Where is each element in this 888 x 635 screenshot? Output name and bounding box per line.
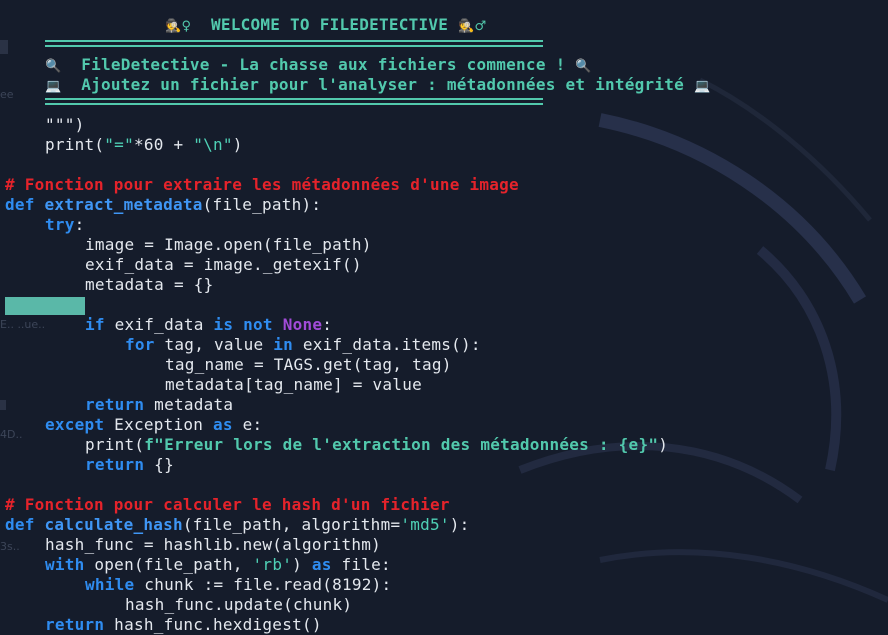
function-name-calculate-hash: calculate_hash [44, 515, 183, 534]
laptop-icon: 💻 [45, 79, 62, 94]
magnifier-icon: 🔍 [45, 59, 62, 74]
code-line-return-metadata: return metadata [85, 395, 234, 414]
banner-bottom-rule-1 [45, 98, 543, 100]
banner-bottom-rule-2 [45, 103, 543, 105]
banner-line-1: 🔍 FileDetective - La chasse aux fichiers… [45, 55, 592, 74]
code-line-metadata-init: metadata = {} [85, 275, 214, 294]
code-line-hash-func: hash_func = hashlib.new(algorithm) [45, 535, 382, 554]
banner-line-2: 💻 Ajoutez un fichier pour l'analyser : m… [45, 75, 711, 94]
code-line-with-open: with open(file_path, 'rb') as file: [45, 555, 391, 574]
female-sign-icon: ♀ [181, 19, 192, 34]
code-line-hash-update: hash_func.update(chunk) [125, 595, 353, 614]
code-line-docstring-end: """) [45, 115, 85, 134]
code-line-if-exif: if exif_data is not None: [85, 315, 333, 334]
code-line-except: except Exception as e: [45, 415, 263, 434]
code-line-while: while chunk := file.read(8192): [85, 575, 392, 594]
detective-icon: 🕵 [458, 19, 475, 34]
banner-title: WELCOME TO FILEDETECTIVE [210, 15, 449, 34]
function-name-extract-metadata: extract_metadata [44, 195, 203, 214]
code-line-print-separator: print("="*60 + "\n") [45, 135, 243, 154]
code-line-return-empty: return {} [85, 455, 174, 474]
code-editor[interactable]: 🕵♀ WELCOME TO FILEDETECTIVE 🕵♂ 🔍 FileDet… [0, 0, 888, 635]
code-line-tag-name: tag_name = TAGS.get(tag, tag) [165, 355, 452, 374]
code-line-for-loop: for tag, value in exif_data.items(): [125, 335, 481, 354]
detective-icon: 🕵 [165, 19, 182, 34]
banner-title-line: 🕵♀ WELCOME TO FILEDETECTIVE 🕵♂ [165, 15, 486, 35]
banner-top-rule-2 [45, 45, 543, 47]
code-comment-metadata: # Fonction pour extraire les métadonnées… [5, 175, 519, 194]
code-line-image-open: image = Image.open(file_path) [85, 235, 372, 254]
magnifier-icon: 🔍 [575, 59, 592, 74]
code-line-print-error: print(f"Erreur lors de l'extraction des … [85, 435, 669, 454]
code-line-def-extract-metadata: def extract_metadata(file_path): [5, 195, 322, 214]
laptop-icon: 💻 [693, 79, 711, 94]
code-line-try: try: [45, 215, 85, 234]
code-line-return-hexdigest: return hash_func.hexdigest() [45, 615, 322, 634]
code-line-metadata-assign: metadata[tag_name] = value [165, 375, 422, 394]
code-line-exif-data: exif_data = image._getexif() [85, 255, 362, 274]
male-sign-icon: ♂ [474, 19, 487, 34]
code-comment-hash: # Fonction pour calculer le hash d'un fi… [5, 495, 450, 514]
code-line-def-calculate-hash: def calculate_hash(file_path, algorithm=… [5, 515, 470, 534]
selection-highlight [5, 297, 85, 315]
banner-top-rule-1 [45, 40, 543, 42]
